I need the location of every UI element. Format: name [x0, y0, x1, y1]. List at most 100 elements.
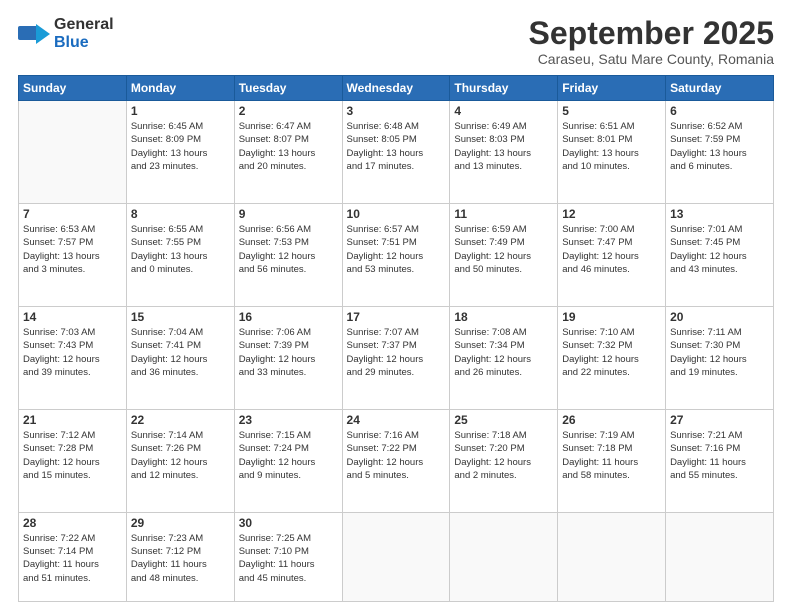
page: General Blue September 2025 Caraseu, Sat… [0, 0, 792, 612]
subtitle: Caraseu, Satu Mare County, Romania [529, 51, 774, 67]
table-row: 2 Sunrise: 6:47 AM Sunset: 8:07 PM Daylig… [234, 101, 342, 204]
day-info: Sunrise: 7:04 AM Sunset: 7:41 PM Dayligh… [131, 326, 230, 379]
day-number: 27 [670, 413, 769, 427]
day-number: 20 [670, 310, 769, 324]
day-info: Sunrise: 6:57 AM Sunset: 7:51 PM Dayligh… [347, 223, 446, 276]
day-info: Sunrise: 7:16 AM Sunset: 7:22 PM Dayligh… [347, 429, 446, 482]
day-number: 2 [239, 104, 338, 118]
table-row: 1Sunrise: 6:45 AM Sunset: 8:09 PM Daylig… [126, 101, 234, 204]
col-sunday: Sunday [19, 76, 127, 101]
day-number: 13 [670, 207, 769, 221]
col-thursday: Thursday [450, 76, 558, 101]
day-number: 14 [23, 310, 122, 324]
day-number: 5 [562, 104, 661, 118]
table-row: 12 Sunrise: 7:00 AM Sunset: 7:47 PM Dayli… [558, 204, 666, 307]
day-info: Sunrise: 7:11 AM Sunset: 7:30 PM Dayligh… [670, 326, 769, 379]
month-title: September 2025 [529, 16, 774, 51]
day-number: 21 [23, 413, 122, 427]
day-number: 3 [347, 104, 446, 118]
day-number: 30 [239, 516, 338, 530]
day-number: 4 [454, 104, 553, 118]
day-number: 18 [454, 310, 553, 324]
table-row: 28 Sunrise: 7:22 AM Sunset: 7:14 PM Dayli… [19, 512, 127, 601]
table-row: 24Sunrise: 7:16 AM Sunset: 7:22 PM Dayli… [342, 409, 450, 512]
day-number: 16 [239, 310, 338, 324]
title-section: September 2025 Caraseu, Satu Mare County… [529, 16, 774, 67]
day-info: Sunrise: 6:48 AM Sunset: 8:05 PM Dayligh… [347, 120, 446, 173]
col-monday: Monday [126, 76, 234, 101]
day-info: Sunrise: 6:55 AM Sunset: 7:55 PM Dayligh… [131, 223, 230, 276]
table-row: 16 Sunrise: 7:06 AM Sunset: 7:39 PM Dayli… [234, 307, 342, 410]
table-row [450, 512, 558, 601]
col-friday: Friday [558, 76, 666, 101]
table-row: 6Sunrise: 6:52 AM Sunset: 7:59 PM Daylig… [666, 101, 774, 204]
header: General Blue September 2025 Caraseu, Sat… [18, 16, 774, 67]
table-row: 8 Sunrise: 6:55 AM Sunset: 7:55 PM Daylig… [126, 204, 234, 307]
day-info: Sunrise: 6:49 AM Sunset: 8:03 PM Dayligh… [454, 120, 553, 173]
col-tuesday: Tuesday [234, 76, 342, 101]
day-info: Sunrise: 7:00 AM Sunset: 7:47 PM Dayligh… [562, 223, 661, 276]
table-row: 29 Sunrise: 7:23 AM Sunset: 7:12 PM Dayli… [126, 512, 234, 601]
logo-blue: Blue [54, 34, 89, 51]
day-info: Sunrise: 6:56 AM Sunset: 7:53 PM Dayligh… [239, 223, 338, 276]
day-info: Sunrise: 7:18 AM Sunset: 7:20 PM Dayligh… [454, 429, 553, 482]
day-number: 25 [454, 413, 553, 427]
table-row [666, 512, 774, 601]
col-saturday: Saturday [666, 76, 774, 101]
table-row: 5 Sunrise: 6:51 AM Sunset: 8:01 PM Daylig… [558, 101, 666, 204]
table-row: 27 Sunrise: 7:21 AM Sunset: 7:16 PM Dayli… [666, 409, 774, 512]
table-row: 19 Sunrise: 7:10 AM Sunset: 7:32 PM Dayli… [558, 307, 666, 410]
table-row: 26Sunrise: 7:19 AM Sunset: 7:18 PM Dayli… [558, 409, 666, 512]
table-row: 15 Sunrise: 7:04 AM Sunset: 7:41 PM Dayli… [126, 307, 234, 410]
day-info: Sunrise: 7:15 AM Sunset: 7:24 PM Dayligh… [239, 429, 338, 482]
table-row: 10 Sunrise: 6:57 AM Sunset: 7:51 PM Dayli… [342, 204, 450, 307]
day-number: 17 [347, 310, 446, 324]
col-wednesday: Wednesday [342, 76, 450, 101]
day-info: Sunrise: 7:01 AM Sunset: 7:45 PM Dayligh… [670, 223, 769, 276]
day-number: 10 [347, 207, 446, 221]
day-info: Sunrise: 6:47 AM Sunset: 8:07 PM Dayligh… [239, 120, 338, 173]
day-info: Sunrise: 7:10 AM Sunset: 7:32 PM Dayligh… [562, 326, 661, 379]
table-row [558, 512, 666, 601]
day-number: 28 [23, 516, 122, 530]
calendar-header-row: Sunday Monday Tuesday Wednesday Thursday… [19, 76, 774, 101]
day-info: Sunrise: 6:51 AM Sunset: 8:01 PM Dayligh… [562, 120, 661, 173]
day-number: 15 [131, 310, 230, 324]
day-number: 8 [131, 207, 230, 221]
day-info: Sunrise: 7:23 AM Sunset: 7:12 PM Dayligh… [131, 532, 230, 585]
table-row: 25 Sunrise: 7:18 AM Sunset: 7:20 PM Dayli… [450, 409, 558, 512]
day-number: 12 [562, 207, 661, 221]
table-row: 4 Sunrise: 6:49 AM Sunset: 8:03 PM Daylig… [450, 101, 558, 204]
table-row: 20 Sunrise: 7:11 AM Sunset: 7:30 PM Dayli… [666, 307, 774, 410]
day-info: Sunrise: 7:06 AM Sunset: 7:39 PM Dayligh… [239, 326, 338, 379]
day-number: 9 [239, 207, 338, 221]
logo: General Blue [18, 16, 114, 52]
logo-icon [18, 22, 50, 46]
logo-general: General [54, 16, 114, 33]
day-info: Sunrise: 7:21 AM Sunset: 7:16 PM Dayligh… [670, 429, 769, 482]
table-row [19, 101, 127, 204]
table-row: 13 Sunrise: 7:01 AM Sunset: 7:45 PM Dayli… [666, 204, 774, 307]
day-info: Sunrise: 7:07 AM Sunset: 7:37 PM Dayligh… [347, 326, 446, 379]
day-number: 22 [131, 413, 230, 427]
table-row: 22 Sunrise: 7:14 AM Sunset: 7:26 PM Dayli… [126, 409, 234, 512]
calendar-table: Sunday Monday Tuesday Wednesday Thursday… [18, 75, 774, 602]
table-row: 23 Sunrise: 7:15 AM Sunset: 7:24 PM Dayli… [234, 409, 342, 512]
day-number: 7 [23, 207, 122, 221]
day-number: 1 [131, 104, 230, 118]
day-info: Sunrise: 7:22 AM Sunset: 7:14 PM Dayligh… [23, 532, 122, 585]
day-info: Sunrise: 6:52 AM Sunset: 7:59 PM Dayligh… [670, 120, 769, 173]
table-row: 7Sunrise: 6:53 AM Sunset: 7:57 PM Daylig… [19, 204, 127, 307]
day-number: 23 [239, 413, 338, 427]
day-info: Sunrise: 7:25 AM Sunset: 7:10 PM Dayligh… [239, 532, 338, 585]
day-info: Sunrise: 7:14 AM Sunset: 7:26 PM Dayligh… [131, 429, 230, 482]
table-row: 17 Sunrise: 7:07 AM Sunset: 7:37 PM Dayli… [342, 307, 450, 410]
table-row: 14Sunrise: 7:03 AM Sunset: 7:43 PM Dayli… [19, 307, 127, 410]
day-info: Sunrise: 6:59 AM Sunset: 7:49 PM Dayligh… [454, 223, 553, 276]
day-number: 29 [131, 516, 230, 530]
day-number: 19 [562, 310, 661, 324]
day-number: 11 [454, 207, 553, 221]
table-row: 3 Sunrise: 6:48 AM Sunset: 8:05 PM Daylig… [342, 101, 450, 204]
table-row [342, 512, 450, 601]
table-row: 21Sunrise: 7:12 AM Sunset: 7:28 PM Dayli… [19, 409, 127, 512]
